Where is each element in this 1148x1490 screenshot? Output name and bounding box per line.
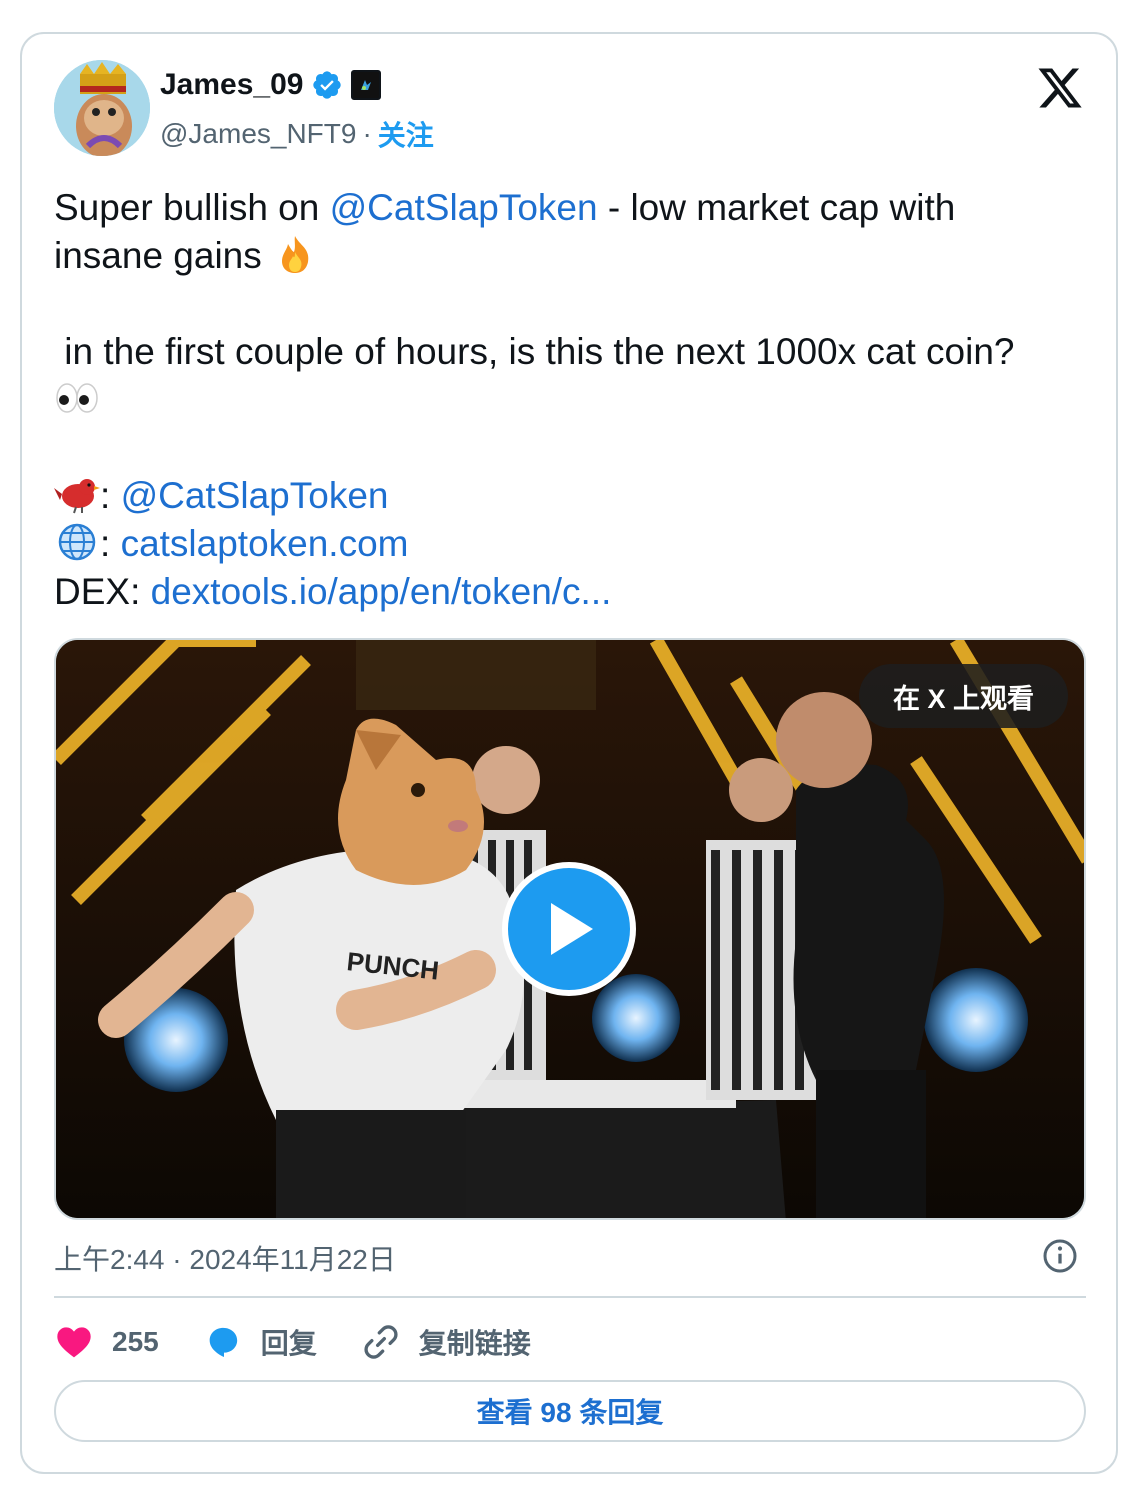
dex-label: DEX:: [54, 571, 151, 612]
like-button[interactable]: 255: [54, 1322, 159, 1362]
reply-label: 回复: [260, 1328, 317, 1359]
fire-emoji-icon: [282, 236, 309, 273]
heart-icon: [57, 1327, 91, 1358]
tweet-text-prefix: Super bullish on: [54, 187, 330, 228]
author-handle[interactable]: @James_NFT9: [160, 118, 356, 150]
verified-badge-icon: [313, 71, 342, 99]
view-replies-button[interactable]: 查看 98 条回复: [54, 1380, 1086, 1442]
play-button[interactable]: [502, 862, 636, 996]
watch-on-x-button[interactable]: 在 X 上观看: [858, 664, 1068, 728]
eyes-emoji-icon: [56, 383, 98, 413]
website-link[interactable]: catslaptoken.com: [121, 523, 409, 564]
tweet-text-line2: insane gains: [54, 235, 273, 276]
twitter-link[interactable]: @CatSlapToken: [121, 475, 389, 516]
copy-link-button[interactable]: 复制链接: [361, 1322, 531, 1362]
website-label: :: [100, 523, 121, 564]
x-logo-icon[interactable]: [1036, 64, 1084, 112]
author-name-row: James_09: [160, 68, 382, 102]
affiliate-badge-icon[interactable]: [351, 70, 382, 100]
tweet-text-line3: in the first couple of hours, is this th…: [54, 331, 1015, 372]
copy-link-label: 复制链接: [418, 1328, 531, 1359]
video-player[interactable]: PUNCH 在 X 上观看: [54, 638, 1086, 1220]
action-bar: 255 回复 复制链接: [54, 1318, 575, 1366]
author-display-name[interactable]: James_09: [160, 68, 303, 102]
link-icon: [364, 1325, 398, 1359]
like-count: 255: [112, 1326, 159, 1357]
tweet-text-suffix: - low market cap with: [597, 187, 956, 228]
divider: [54, 1296, 1086, 1298]
dex-link[interactable]: dextools.io/app/en/token/c...: [151, 571, 612, 612]
tweet-text: Super bullish on @CatSlapToken - low mar…: [54, 184, 1094, 616]
globe-emoji-icon: [58, 523, 96, 561]
tweet-timestamp[interactable]: 上午2:44 · 2024年11月22日: [54, 1238, 396, 1278]
reply-bubble-icon: [209, 1327, 237, 1357]
twitter-label: :: [100, 475, 121, 516]
follow-button[interactable]: 关注: [378, 114, 434, 154]
ape-avatar-icon: [54, 60, 150, 156]
mention-link[interactable]: @CatSlapToken: [330, 187, 598, 228]
author-handle-row: @James_NFT9 · 关注: [160, 114, 434, 154]
tweet-embed-card: James_09 @James_NFT9 · 关注 Super bullish …: [20, 32, 1118, 1474]
handle-separator: ·: [362, 118, 372, 149]
red-bird-emoji-icon: [54, 479, 100, 514]
author-avatar[interactable]: [54, 60, 150, 156]
play-icon: [551, 903, 593, 955]
reply-button[interactable]: 回复: [203, 1322, 317, 1362]
info-icon[interactable]: [1042, 1238, 1078, 1274]
